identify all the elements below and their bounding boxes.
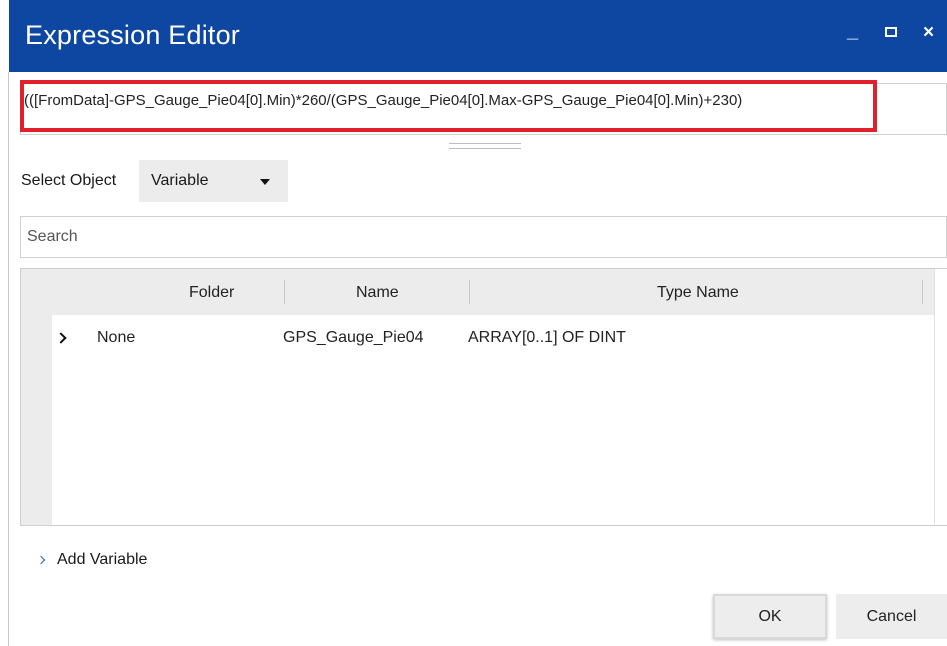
column-separator[interactable] <box>922 280 923 304</box>
search-input[interactable] <box>20 216 947 258</box>
maximize-button[interactable] <box>885 27 897 37</box>
variable-table: Folder Name Type Name None GPS_Gauge_Pie… <box>20 268 947 526</box>
cell-name: GPS_Gauge_Pie04 <box>283 329 424 346</box>
column-header-type-name[interactable]: Type Name <box>657 284 739 302</box>
select-object-dropdown[interactable]: Variable <box>139 160 288 202</box>
table-row-gutter <box>21 269 52 525</box>
column-separator[interactable] <box>469 280 470 304</box>
select-object-value: Variable <box>151 172 209 189</box>
column-header-folder[interactable]: Folder <box>189 284 234 302</box>
table-scroll-area <box>934 269 947 525</box>
splitter-handle[interactable] <box>449 143 521 149</box>
window-left-border <box>8 72 9 646</box>
add-variable-label: Add Variable <box>57 551 148 568</box>
select-object-label: Select Object <box>21 172 117 189</box>
column-header-name[interactable]: Name <box>356 284 399 302</box>
minimize-button[interactable]: _ <box>847 20 858 43</box>
column-separator[interactable] <box>284 280 285 304</box>
title-bar: Expression Editor _ × <box>9 0 947 72</box>
window-title: Expression Editor <box>25 20 240 50</box>
close-button[interactable]: × <box>923 22 934 44</box>
chevron-right-icon <box>36 555 46 565</box>
cancel-button[interactable]: Cancel <box>836 594 947 639</box>
cell-type-name: ARRAY[0..1] OF DINT <box>468 329 626 346</box>
table-header: Folder Name Type Name <box>52 269 934 315</box>
expression-highlight-annotation <box>20 80 877 132</box>
cell-folder: None <box>97 329 136 346</box>
caret-down-icon <box>260 179 270 185</box>
chevron-right-icon[interactable] <box>55 332 67 344</box>
ok-button[interactable]: OK <box>713 594 827 639</box>
table-row[interactable]: None GPS_Gauge_Pie04 ARRAY[0..1] OF DINT <box>52 315 934 355</box>
